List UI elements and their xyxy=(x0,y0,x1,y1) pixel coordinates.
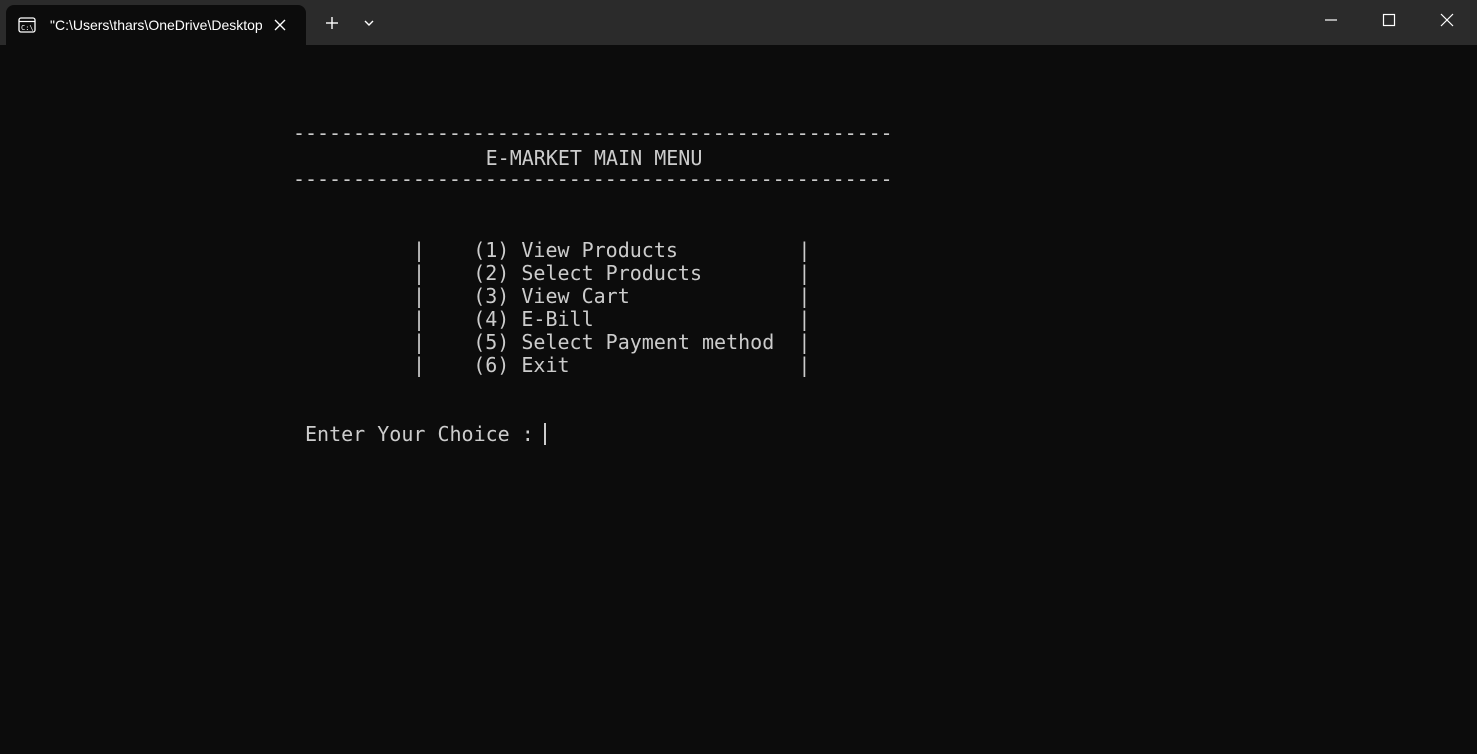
svg-text:C:\: C:\ xyxy=(21,24,34,32)
menu-item-exit: | (6) Exit | xyxy=(413,353,811,377)
tab-title: "C:\Users\thars\OneDrive\Desktop xyxy=(50,17,262,33)
menu-title: E-MARKET MAIN MENU xyxy=(305,146,703,170)
menu-item-view-products: | (1) View Products | xyxy=(413,238,811,262)
chevron-down-icon[interactable] xyxy=(356,10,382,36)
separator-bottom: ----------------------------------------… xyxy=(293,168,893,191)
console-icon: C:\ xyxy=(18,16,36,34)
terminal-tab[interactable]: C:\ "C:\Users\thars\OneDrive\Desktop xyxy=(6,5,306,45)
close-icon[interactable] xyxy=(270,15,290,35)
console-output[interactable]: ----------------------------------------… xyxy=(0,45,1477,754)
menu-item-e-bill: | (4) E-Bill | xyxy=(413,307,811,331)
plus-icon[interactable] xyxy=(319,10,345,36)
choice-prompt: Enter Your Choice : xyxy=(305,422,546,446)
maximize-icon[interactable] xyxy=(1366,5,1412,35)
menu-item-view-cart: | (3) View Cart | xyxy=(413,284,811,308)
title-bar: C:\ "C:\Users\thars\OneDrive\Desktop xyxy=(0,0,1477,45)
minimize-icon[interactable] xyxy=(1308,5,1354,35)
menu-item-select-products: | (2) Select Products | xyxy=(413,261,811,285)
separator-top: ----------------------------------------… xyxy=(293,122,893,145)
menu-item-payment-method: | (5) Select Payment method | xyxy=(413,330,811,354)
text-cursor xyxy=(544,423,546,445)
close-icon[interactable] xyxy=(1424,5,1470,35)
